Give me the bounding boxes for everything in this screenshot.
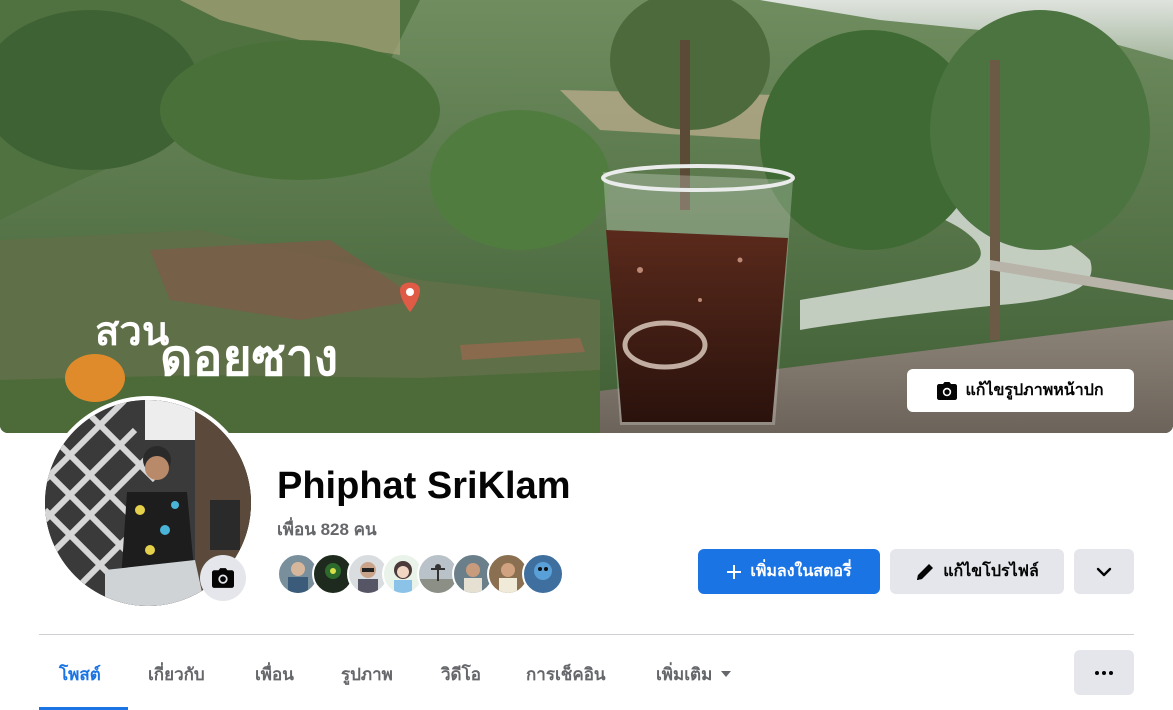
tab-about[interactable]: เกี่ยวกับ [148, 650, 205, 698]
edit-cover-photo-button[interactable]: แก้ไขรูปภาพหน้าปก [907, 369, 1134, 412]
profile-options-button[interactable] [1074, 549, 1134, 594]
plus-icon [727, 564, 742, 579]
tab-more[interactable]: เพิ่มเติม [656, 650, 732, 698]
cover-sign-line1: สวน [95, 309, 169, 355]
tab-videos[interactable]: วิดีโอ [441, 650, 481, 698]
ellipsis-icon [1095, 670, 1113, 675]
caret-down-icon [721, 671, 732, 677]
more-options-button[interactable] [1074, 650, 1134, 695]
add-to-story-label: เพิ่มลงในสตอรี่ [750, 563, 852, 580]
tab-checkins[interactable]: การเช็คอิน [526, 650, 606, 698]
edit-cover-label: แก้ไขรูปภาพหน้าปก [965, 382, 1104, 399]
tab-friends[interactable]: เพื่อน [255, 650, 294, 698]
friend-avatar[interactable] [522, 553, 564, 595]
tab-more-label: เพิ่มเติม [656, 664, 713, 684]
cover-sign-line2: ดอยซาง [160, 329, 338, 387]
profile-name: Phiphat SriKlam [277, 465, 571, 507]
chevron-down-icon [1096, 567, 1112, 576]
tab-photos[interactable]: รูปภาพ [341, 650, 393, 698]
camera-icon [937, 381, 958, 400]
section-divider [39, 634, 1134, 635]
pencil-icon [917, 563, 934, 580]
update-profile-picture-button[interactable] [200, 555, 246, 601]
edit-profile-label: แก้ไขโปรไฟล์ [943, 563, 1039, 580]
camera-icon [212, 568, 234, 588]
add-to-story-button[interactable]: เพิ่มลงในสตอรี่ [698, 549, 880, 594]
tab-posts[interactable]: โพสต์ [59, 650, 101, 698]
edit-profile-button[interactable]: แก้ไขโปรไฟล์ [890, 549, 1064, 594]
friends-count-link[interactable]: เพื่อน 828 คน [277, 516, 377, 543]
